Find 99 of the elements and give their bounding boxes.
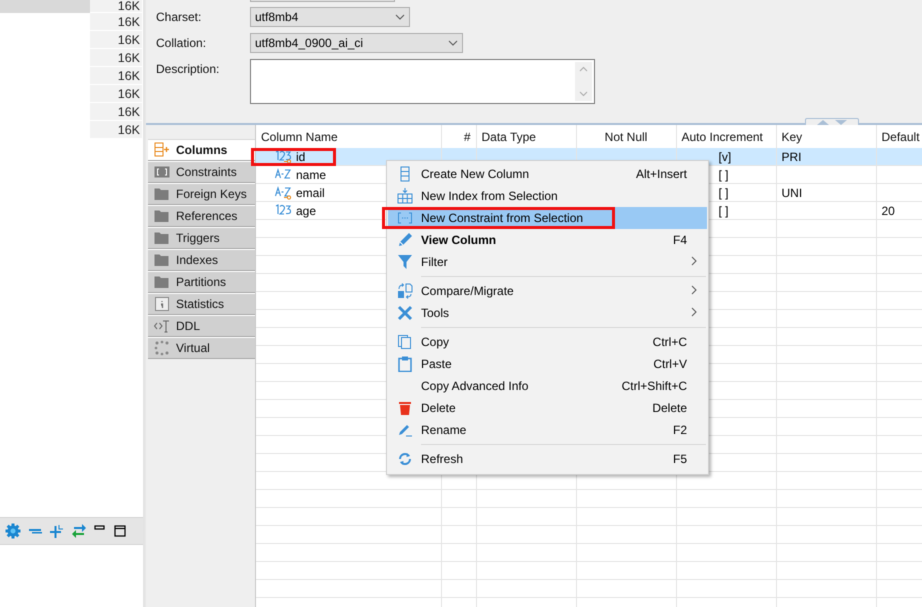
tab[interactable]: Indexes	[148, 249, 255, 271]
tab[interactable]: Foreign Keys	[148, 183, 255, 205]
tab[interactable]: Constraints	[148, 161, 255, 183]
triangle-down-icon	[835, 120, 847, 125]
chevron-down-icon	[448, 40, 458, 46]
clipboard-icon	[396, 356, 412, 372]
size-cell: 16K	[90, 49, 142, 67]
refresh-icon	[396, 451, 412, 467]
table-cell: PRI	[782, 150, 802, 164]
menu-item[interactable]: Copy Ctrl+C	[388, 331, 707, 353]
menu-item[interactable]: Copy Advanced Info Ctrl+Shift+C	[388, 375, 707, 397]
menu-item[interactable]: Compare/Migrate	[388, 280, 707, 302]
chevron-right-icon	[691, 307, 697, 317]
menu-item[interactable]: Rename F2	[388, 419, 707, 441]
tools-icon	[396, 305, 412, 321]
shortcut-label: F2	[672, 423, 688, 437]
filter-icon	[396, 254, 412, 270]
triangle-up-icon	[817, 120, 829, 125]
column-header[interactable]: Default	[876, 125, 922, 148]
expand-icon[interactable]	[49, 523, 65, 539]
field-label: Collation:	[156, 35, 208, 52]
compare-icon	[396, 283, 412, 299]
size-cell: 16K	[90, 85, 142, 103]
column-header[interactable]: #	[441, 125, 476, 148]
field-label: Charset:	[156, 9, 202, 26]
column-header[interactable]: Key	[776, 125, 876, 148]
column-header[interactable]: Data Type	[476, 125, 576, 148]
folder-icon	[154, 252, 170, 268]
table-cell: [v]	[718, 150, 732, 164]
table-cell: [ ]	[718, 168, 729, 182]
number-key-icon	[275, 149, 292, 164]
shortcut-label: Delete	[652, 401, 688, 415]
chevron-down-icon	[579, 91, 588, 97]
dotted-shape-icon	[154, 340, 170, 356]
chevron-up-icon	[579, 66, 588, 72]
swap-arrows-icon[interactable]	[71, 523, 87, 539]
shortcut-label: F4	[672, 233, 688, 247]
shortcut-label: Ctrl+V	[653, 357, 688, 371]
size-cell: 16K	[90, 0, 142, 13]
size-cell: 16K	[90, 103, 142, 121]
menu-item[interactable]: New Index from Selection	[388, 185, 707, 207]
shortcut-label: Alt+Insert	[636, 167, 688, 181]
table-cell: id	[296, 150, 306, 164]
size-cell: 16K	[90, 13, 142, 31]
table-cell: 20	[882, 204, 895, 218]
tab[interactable]: Partitions	[148, 271, 255, 293]
grid-icon	[396, 188, 412, 204]
trash-icon	[396, 400, 412, 416]
dropdown[interactable]: utf8mb4_0900_ai_ci	[250, 33, 463, 53]
table-cell: UNI	[782, 186, 802, 200]
field-label: Description:	[156, 61, 220, 78]
tab[interactable]: Triggers	[148, 227, 255, 249]
scrollbar[interactable]	[575, 62, 592, 101]
text-area[interactable]	[250, 59, 595, 104]
tab[interactable]: Statistics	[148, 293, 255, 315]
gear-icon[interactable]	[5, 523, 21, 539]
table-cell: email	[296, 186, 325, 200]
column-header[interactable]: Auto Increment	[676, 125, 776, 148]
column-header[interactable]: Not Null	[576, 125, 676, 148]
tab[interactable]: DDL	[148, 315, 255, 337]
table-cell: age	[296, 204, 316, 218]
tab[interactable]: Columns	[148, 139, 255, 161]
folder-icon	[154, 186, 170, 202]
size-cell: 16K	[90, 121, 142, 139]
folder-icon	[154, 208, 170, 224]
dashed-brackets-icon	[396, 210, 412, 226]
info-icon	[154, 296, 170, 312]
edit-icon	[396, 422, 412, 438]
menu-item[interactable]: View Column F4	[388, 229, 707, 251]
menu-item[interactable]: Paste Ctrl+V	[388, 353, 707, 375]
shortcut-label: Ctrl+Shift+C	[622, 379, 688, 393]
menu-item[interactable]: Filter	[388, 251, 707, 273]
list-row[interactable]: 16K	[0, 0, 142, 13]
table-cell: [ ]	[718, 186, 729, 200]
chevron-right-icon	[691, 285, 697, 295]
menu-item[interactable]: Create New Column Alt+Insert	[388, 163, 707, 185]
chevron-down-icon	[395, 14, 405, 20]
dropdown[interactable]: utf8mb4	[250, 7, 410, 27]
text-key-icon	[275, 185, 292, 200]
chevron-right-icon	[691, 256, 697, 266]
table-cell: [ ]	[718, 204, 729, 218]
menu-item[interactable]: Delete Delete	[388, 397, 707, 419]
tab[interactable]: Virtual	[148, 337, 255, 359]
folder-icon	[154, 274, 170, 290]
tab[interactable]: References	[148, 205, 255, 227]
shortcut-label: Ctrl+C	[652, 335, 688, 349]
size-cell: 16K	[90, 67, 142, 85]
table-cell: name	[296, 168, 326, 182]
size-cell: 16K	[90, 31, 142, 49]
menu-item[interactable]: Tools	[388, 302, 707, 324]
menu-item[interactable]: Refresh F5	[388, 448, 707, 470]
pencil-icon	[396, 232, 412, 248]
folder-icon	[154, 230, 170, 246]
copy-icon	[396, 334, 412, 350]
shortcut-label: F5	[672, 452, 688, 466]
columns-icon	[154, 142, 170, 158]
brackets-icon	[154, 164, 170, 180]
maximize-icon[interactable]	[113, 524, 127, 538]
code-icon	[154, 318, 170, 334]
